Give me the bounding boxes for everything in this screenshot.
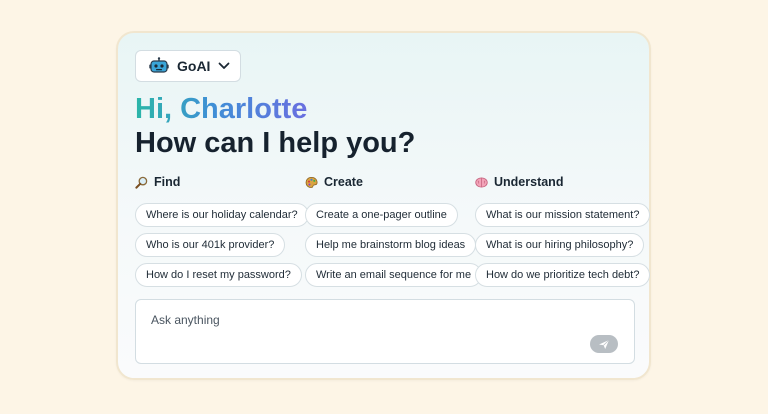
palette-icon [305,176,318,188]
suggestion-chip[interactable]: How do I reset my password? [135,263,302,287]
column-title-find: Find [154,175,181,189]
brain-icon [475,176,488,188]
send-button[interactable] [590,335,618,353]
magnifying-glass-icon [135,176,148,189]
robot-icon [149,57,169,73]
column-header-understand: Understand [475,174,650,190]
send-icon [599,339,610,349]
column-title-understand: Understand [494,175,564,189]
ask-box [135,299,635,364]
suggestion-chip[interactable]: What is our hiring philosophy? [475,233,645,257]
column-header-find: Find [135,174,309,190]
column-find: Find Where is our holiday calendar? Who … [135,174,309,293]
suggestion-chip[interactable]: Create a one-pager outline [305,203,458,227]
suggestion-chip[interactable]: What is our mission statement? [475,203,651,227]
model-selector-label: GoAI [177,58,211,74]
greeting: Hi, Charlotte [135,93,308,125]
page-title: How can I help you? [135,127,416,159]
column-title-create: Create [324,175,363,189]
column-understand: Understand What is our mission statement… [475,174,651,293]
ask-input[interactable] [151,310,571,330]
column-header-create: Create [305,174,482,190]
suggestion-chip[interactable]: How do we prioritize tech debt? [475,263,651,287]
chevron-down-icon [219,62,230,69]
column-create: Create Create a one-pager outline Help m… [305,174,483,293]
model-selector[interactable]: GoAI [135,50,241,82]
suggestion-chip[interactable]: Where is our holiday calendar? [135,203,309,227]
suggestion-chip[interactable]: Who is our 401k provider? [135,233,286,257]
suggestion-chip[interactable]: Help me brainstorm blog ideas [305,233,477,257]
assistant-card: GoAI Hi, Charlotte How can I help you? F… [116,31,651,380]
suggestion-chip[interactable]: Write an email sequence for me [305,263,483,287]
